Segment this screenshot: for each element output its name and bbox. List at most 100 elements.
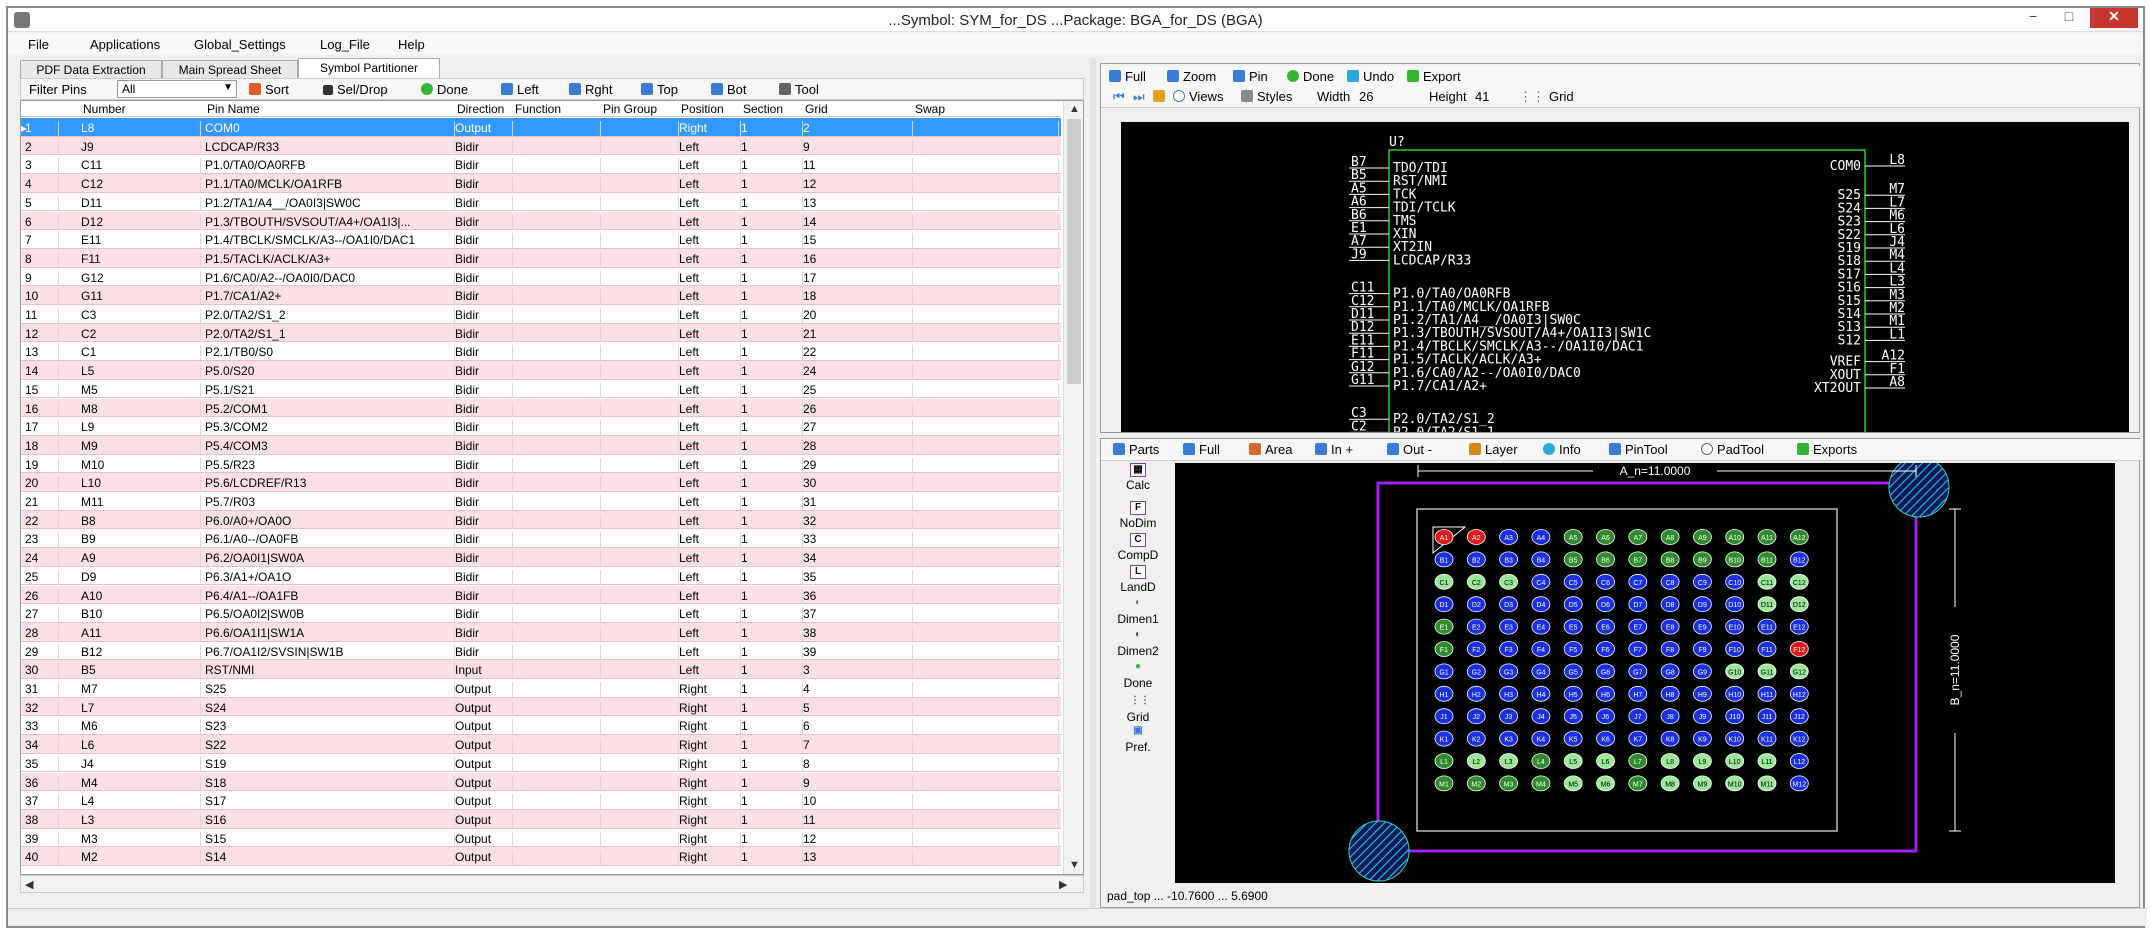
- table-row[interactable]: 16 M8 P5.2/COM1 Bidir Left 1 26: [21, 398, 1061, 418]
- left-button[interactable]: Left: [501, 82, 539, 97]
- top-button[interactable]: Top: [641, 82, 678, 97]
- table-row[interactable]: 12 C2 P2.0/TA2/S1_1 Bidir Left 1 21: [21, 323, 1061, 343]
- first-icon[interactable]: ⏮: [1113, 89, 1125, 105]
- pin-button[interactable]: Pin: [1233, 69, 1268, 84]
- pref-button[interactable]: ▣ Pref.: [1105, 725, 1171, 754]
- table-row[interactable]: 39 M3 S15 Output Right 1 12: [21, 828, 1061, 848]
- symbol-done-button[interactable]: Done: [1287, 69, 1334, 84]
- height-value[interactable]: 41: [1475, 89, 1489, 104]
- calc-button[interactable]: ▦ Calc: [1105, 463, 1171, 492]
- col-grid[interactable]: Grid: [805, 102, 828, 116]
- col-function[interactable]: Function: [515, 102, 561, 116]
- landd-button[interactable]: L LandD: [1105, 565, 1171, 594]
- menu-help[interactable]: Help: [398, 37, 425, 52]
- tab-main-spread-sheet[interactable]: Main Spread Sheet: [162, 60, 298, 78]
- scroll-down-icon[interactable]: ▼: [1069, 859, 1080, 871]
- table-row[interactable]: 7 E11 P1.4/TBCLK/SMCLK/A3--/OA1I0/DAC1 Bidi…: [21, 230, 1061, 249]
- scroll-thumb[interactable]: [1067, 119, 1081, 384]
- table-row[interactable]: 21 M11 P5.7/R03 Bidir Left 1 31: [21, 492, 1061, 511]
- area-button[interactable]: Area: [1249, 442, 1292, 457]
- done-button[interactable]: Done: [421, 82, 468, 97]
- table-row[interactable]: 15 M5 P5.1/S21 Bidir Left 1 25: [21, 379, 1061, 399]
- table-row[interactable]: 28 A11 P6.6/OA1I1|SW1A Bidir Left 1 38: [21, 622, 1061, 642]
- table-row[interactable]: 18 M9 P5.4/COM3 Bidir Left 1 28: [21, 435, 1061, 455]
- layer-button[interactable]: Layer: [1469, 442, 1518, 457]
- export-button[interactable]: Export: [1407, 69, 1461, 84]
- table-row[interactable]: 31 M7 S25 Output Right 1 4: [21, 679, 1061, 698]
- pkg-full-button[interactable]: Full: [1183, 442, 1220, 457]
- vertical-scrollbar[interactable]: ▲ ▼: [1063, 101, 1083, 874]
- full-button[interactable]: Full: [1109, 69, 1146, 84]
- sort-button[interactable]: Sort: [249, 82, 289, 97]
- nodim-button[interactable]: F NoDim: [1105, 501, 1171, 530]
- table-row[interactable]: 10 G11 P1.7/CA1/A2+ Bidir Left 1 18: [21, 286, 1061, 305]
- table-row[interactable]: 25 D9 P6.3/A1+/OA1O Bidir Left 1 35: [21, 566, 1061, 586]
- col-number[interactable]: Number: [83, 102, 126, 116]
- menu-global-settings[interactable]: Global_Settings: [194, 37, 286, 52]
- col-pin-name[interactable]: Pin Name: [207, 102, 260, 116]
- table-row[interactable]: 27 B10 P6.5/OA0I2|SW0B Bidir Left 1 37: [21, 604, 1061, 623]
- table-row[interactable]: 38 L3 S16 Output Right 1 11: [21, 809, 1061, 829]
- table-row[interactable]: 1 L8 COM0 Output Right 1 2 ▸: [21, 118, 1061, 137]
- maximize-button[interactable]: □: [2054, 8, 2084, 28]
- parts-button[interactable]: Parts: [1113, 442, 1159, 457]
- table-row[interactable]: 32 L7 S24 Output Right 1 5: [21, 697, 1061, 717]
- table-row[interactable]: 40 M2 S14 Output Right 1 13: [21, 847, 1061, 866]
- scroll-up-icon[interactable]: ▲: [1069, 103, 1080, 115]
- table-row[interactable]: 9 G12 P1.6/CA0/A2--/OA0I0/DAC0 Bidir Left 1 17: [21, 267, 1061, 287]
- table-row[interactable]: 2 J9 LCDCAP/R33 Bidir Left 1 9: [21, 136, 1061, 156]
- grid-button[interactable]: ⋮⋮ Grid: [1519, 89, 1574, 105]
- menu-file[interactable]: File: [28, 37, 49, 52]
- exports-button[interactable]: Exports: [1797, 442, 1857, 457]
- package-canvas[interactable]: A_n=11.0000 B_n=11.0000 A1 A2 A3 A4 A5 A6 A7 A8 A9…: [1175, 463, 2115, 883]
- table-row[interactable]: 22 B8 P6.0/A0+/OA0O Bidir Left 1 32: [21, 510, 1061, 530]
- tab-symbol-partitioner[interactable]: Symbol Partitioner: [298, 58, 440, 78]
- pintool-button[interactable]: PinTool: [1609, 442, 1668, 457]
- views-button[interactable]: Views: [1173, 89, 1223, 104]
- minimize-button[interactable]: −: [2018, 8, 2048, 28]
- width-value[interactable]: 26: [1359, 89, 1373, 104]
- menu-applications[interactable]: Applications: [90, 37, 160, 52]
- right-button[interactable]: Rght: [569, 82, 612, 97]
- table-row[interactable]: 37 L4 S17 Output Right 1 10: [21, 791, 1061, 810]
- table-row[interactable]: 5 D11 P1.2/TA1/A4__/OA0I3|SW0C Bidir Left 1 13: [21, 192, 1061, 212]
- sel-drop-button[interactable]: Sel/Drop: [323, 82, 388, 97]
- folder-icon[interactable]: [1153, 89, 1169, 104]
- table-row[interactable]: 34 L6 S22 Output Right 1 7: [21, 735, 1061, 754]
- next-icon[interactable]: ⏭: [1133, 89, 1145, 105]
- info-button[interactable]: Info: [1543, 442, 1581, 457]
- table-row[interactable]: 11 C3 P2.0/TA2/S1_2 Bidir Left 1 20: [21, 305, 1061, 324]
- col-swap[interactable]: Swap: [915, 102, 945, 116]
- zoom-button[interactable]: Zoom: [1167, 69, 1216, 84]
- padtool-button[interactable]: PadTool: [1701, 442, 1764, 457]
- zoom-out-button[interactable]: Out -: [1387, 442, 1432, 457]
- tab-pdf-data-extraction[interactable]: PDF Data Extraction: [20, 60, 162, 78]
- panel-splitter[interactable]: [1090, 58, 1096, 908]
- dimen2-button[interactable]: ◐ Dimen2: [1105, 629, 1171, 658]
- filter-pins-select[interactable]: All ▼: [117, 80, 237, 98]
- table-row[interactable]: 35 J4 S19 Output Right 1 8: [21, 753, 1061, 773]
- undo-button[interactable]: Undo: [1347, 69, 1394, 84]
- compd-button[interactable]: C CompD: [1105, 533, 1171, 562]
- table-row[interactable]: 13 C1 P2.1/TB0/S0 Bidir Left 1 22: [21, 342, 1061, 362]
- table-row[interactable]: 36 M4 S18 Output Right 1 9: [21, 772, 1061, 792]
- table-row[interactable]: 26 A10 P6.4/A1--/OA1FB Bidir Left 1 36: [21, 585, 1061, 605]
- col-position[interactable]: Position: [681, 102, 724, 116]
- table-row[interactable]: 3 C11 P1.0/TA0/OA0RFB Bidir Left 1 11: [21, 155, 1061, 175]
- dimen1-button[interactable]: ◐ Dimen1: [1105, 597, 1171, 626]
- side-grid-button[interactable]: ⋮⋮ Grid: [1105, 695, 1171, 724]
- col-section[interactable]: Section: [743, 102, 783, 116]
- table-row[interactable]: 6 D12 P1.3/TBOUTH/SVSOUT/A4+/OA1I3|... Bidi…: [21, 211, 1061, 231]
- table-row[interactable]: 4 C12 P1.1/TA0/MCLK/OA1RFB Bidir Left 1 12: [21, 174, 1061, 193]
- styles-button[interactable]: Styles: [1241, 89, 1292, 104]
- horizontal-scrollbar[interactable]: ◀ ▶: [20, 875, 1084, 893]
- table-row[interactable]: 30 B5 RST/NMI Input Left 1 3: [21, 660, 1061, 679]
- symbol-canvas[interactable]: U? B7 TDO/TDI B5 RST/NMI A5 TCK A6 TDI/TCLK B6 TMS…: [1121, 122, 2129, 471]
- menu-log-file[interactable]: Log_File: [320, 37, 370, 52]
- table-row[interactable]: 24 A9 P6.2/OA0I1|SW0A Bidir Left 1 34: [21, 548, 1061, 567]
- table-row[interactable]: 23 B9 P6.1/A0--/OA0FB Bidir Left 1 33: [21, 529, 1061, 549]
- table-row[interactable]: 29 B12 P6.7/OA1I2/SVSIN|SW1B Bidir Left 1 39: [21, 641, 1061, 661]
- close-button[interactable]: ✕: [2090, 8, 2138, 28]
- table-row[interactable]: 20 L10 P5.6/LCDREF/R13 Bidir Left 1 30: [21, 473, 1061, 492]
- table-row[interactable]: 14 L5 P5.0/S20 Bidir Left 1 24: [21, 361, 1061, 380]
